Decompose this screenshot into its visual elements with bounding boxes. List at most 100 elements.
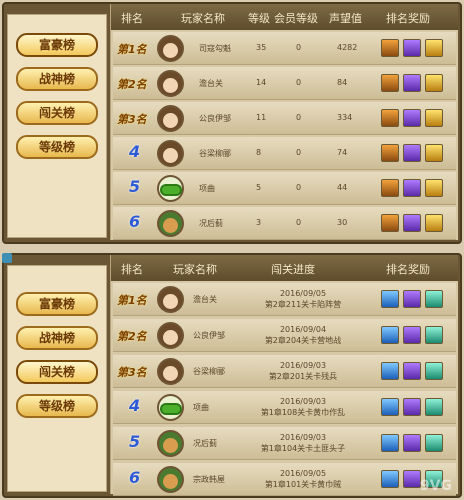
header-vip-level: 会员等级 bbox=[274, 12, 318, 25]
rank-badge: 第2名 bbox=[117, 78, 147, 91]
reward-item-icon[interactable] bbox=[425, 74, 443, 92]
vip-level: 0 bbox=[296, 148, 302, 157]
avatar[interactable] bbox=[157, 210, 184, 237]
reward-item-icon[interactable] bbox=[381, 434, 399, 452]
player-level: 35 bbox=[256, 43, 267, 52]
rank-badge: 5 bbox=[129, 432, 141, 451]
prestige-value: 4282 bbox=[337, 43, 358, 52]
reward-item-icon[interactable] bbox=[403, 398, 421, 416]
tab-level-list[interactable]: 等级榜 bbox=[16, 135, 98, 159]
table-row[interactable]: 5 况后蓟 2016/09/03 第1章104关卡土匪头子 bbox=[113, 427, 456, 460]
reward-item-icon[interactable] bbox=[381, 39, 399, 57]
tab-rich-list[interactable]: 富豪榜 bbox=[16, 292, 98, 316]
reward-item-icon[interactable] bbox=[425, 109, 443, 127]
avatar[interactable] bbox=[157, 394, 184, 421]
player-name: 澹台关 bbox=[199, 79, 223, 88]
ranking-table: 排名 玩家名称 等级 会员等级 声望值 排名奖励 第1名 司寇勾魁 35 0 4282 第… bbox=[110, 4, 458, 240]
table-row[interactable]: 第3名 公良伊邹 11 0 334 bbox=[113, 102, 456, 135]
table-header: 排名 玩家名称 等级 会员等级 声望值 排名奖励 bbox=[111, 4, 458, 30]
table-row[interactable]: 第2名 公良伊邹 2016/09/04 第2章204关卡营地战 bbox=[113, 319, 456, 352]
reward-item-icon[interactable] bbox=[381, 326, 399, 344]
reward-item-icon[interactable] bbox=[425, 144, 443, 162]
table-row[interactable]: 第1名 澹台关 2016/09/05 第2章211关卡陷阵营 bbox=[113, 283, 456, 316]
reward-item-icon[interactable] bbox=[403, 434, 421, 452]
avatar[interactable] bbox=[157, 175, 184, 202]
reward-item-icon[interactable] bbox=[381, 179, 399, 197]
avatar-face bbox=[163, 218, 178, 233]
reward-item-icon[interactable] bbox=[425, 398, 443, 416]
tab-level-list[interactable]: 等级榜 bbox=[16, 394, 98, 418]
header-rank: 排名 bbox=[121, 12, 143, 25]
progress-date: 2016/09/03 bbox=[279, 397, 327, 406]
player-level: 11 bbox=[256, 113, 267, 122]
reward-item-icon[interactable] bbox=[425, 179, 443, 197]
reward-item-icon[interactable] bbox=[425, 326, 443, 344]
prestige-value: 44 bbox=[337, 183, 348, 192]
table-row[interactable]: 4 谷梁柳郦 8 0 74 bbox=[113, 137, 456, 170]
avatar[interactable] bbox=[157, 430, 184, 457]
reward-item-icon[interactable] bbox=[403, 214, 421, 232]
table-row[interactable]: 4 项曲 2016/09/03 第1章108关卡黄巾作乱 bbox=[113, 391, 456, 424]
reward-item-icon[interactable] bbox=[403, 362, 421, 380]
table-row[interactable]: 第2名 澹台关 14 0 84 bbox=[113, 67, 456, 100]
reward-item-icon[interactable] bbox=[425, 434, 443, 452]
avatar-face bbox=[162, 405, 180, 413]
avatar[interactable] bbox=[157, 35, 184, 62]
reward-item-icon[interactable] bbox=[381, 109, 399, 127]
table-row[interactable]: 5 项曲 5 0 44 bbox=[113, 172, 456, 205]
table-row[interactable]: 6 宗政韩屋 2016/09/05 第1章101关卡黄巾贼 bbox=[113, 463, 456, 496]
prestige-value: 84 bbox=[337, 78, 348, 87]
prestige-value: 334 bbox=[337, 113, 353, 122]
prestige-value: 30 bbox=[337, 218, 348, 227]
reward-item-icon[interactable] bbox=[403, 144, 421, 162]
avatar[interactable] bbox=[157, 105, 184, 132]
avatar[interactable] bbox=[157, 70, 184, 97]
reward-item-icon[interactable] bbox=[381, 144, 399, 162]
rank-badge: 4 bbox=[129, 396, 141, 415]
stage-progress: 2016/09/05 第1章101关卡黄巾贼 bbox=[258, 468, 348, 490]
tab-stage-list[interactable]: 闯关榜 bbox=[16, 360, 98, 384]
avatar[interactable] bbox=[157, 358, 184, 385]
player-name: 况后蓟 bbox=[193, 439, 217, 448]
reward-item-icon[interactable] bbox=[381, 362, 399, 380]
reward-item-icon[interactable] bbox=[381, 398, 399, 416]
avatar[interactable] bbox=[157, 322, 184, 349]
header-rewards: 排名奖励 bbox=[386, 263, 430, 276]
progress-date: 2016/09/05 bbox=[279, 289, 327, 298]
vip-level: 0 bbox=[296, 78, 302, 87]
reward-item-icon[interactable] bbox=[381, 290, 399, 308]
reward-item-icon[interactable] bbox=[425, 214, 443, 232]
progress-stage: 第2章201关卡残兵 bbox=[268, 372, 338, 381]
reward-item-icon[interactable] bbox=[403, 74, 421, 92]
reward-item-icon[interactable] bbox=[381, 470, 399, 488]
player-name: 宗政韩屋 bbox=[193, 475, 225, 484]
rank-badge: 第3名 bbox=[117, 113, 147, 126]
reward-item-icon[interactable] bbox=[403, 326, 421, 344]
avatar[interactable] bbox=[157, 286, 184, 313]
reward-item-icon[interactable] bbox=[425, 290, 443, 308]
table-row[interactable]: 第1名 司寇勾魁 35 0 4282 bbox=[113, 32, 456, 65]
prestige-value: 74 bbox=[337, 148, 348, 157]
reward-item-icon[interactable] bbox=[403, 179, 421, 197]
tab-war-god-list[interactable]: 战神榜 bbox=[16, 67, 98, 91]
reward-item-icon[interactable] bbox=[425, 362, 443, 380]
tab-stage-list[interactable]: 闯关榜 bbox=[16, 101, 98, 125]
reward-item-icon[interactable] bbox=[381, 74, 399, 92]
progress-stage: 第1章101关卡黄巾贼 bbox=[264, 480, 342, 489]
vip-level: 0 bbox=[296, 113, 302, 122]
reward-item-icon[interactable] bbox=[425, 39, 443, 57]
reward-item-icon[interactable] bbox=[403, 39, 421, 57]
progress-stage: 第1章104关卡土匪头子 bbox=[260, 444, 346, 453]
avatar[interactable] bbox=[157, 466, 184, 493]
reward-item-icon[interactable] bbox=[403, 109, 421, 127]
avatar[interactable] bbox=[157, 140, 184, 167]
reward-item-icon[interactable] bbox=[403, 470, 421, 488]
avatar-face bbox=[162, 186, 180, 194]
table-row[interactable]: 第3名 谷梁柳郦 2016/09/03 第2章201关卡残兵 bbox=[113, 355, 456, 388]
tab-rich-list[interactable]: 富豪榜 bbox=[16, 33, 98, 57]
stage-progress: 2016/09/03 第1章108关卡黄巾作乱 bbox=[258, 396, 348, 418]
reward-item-icon[interactable] bbox=[403, 290, 421, 308]
tab-war-god-list[interactable]: 战神榜 bbox=[16, 326, 98, 350]
reward-item-icon[interactable] bbox=[381, 214, 399, 232]
table-row[interactable]: 6 况后蓟 3 0 30 bbox=[113, 207, 456, 240]
